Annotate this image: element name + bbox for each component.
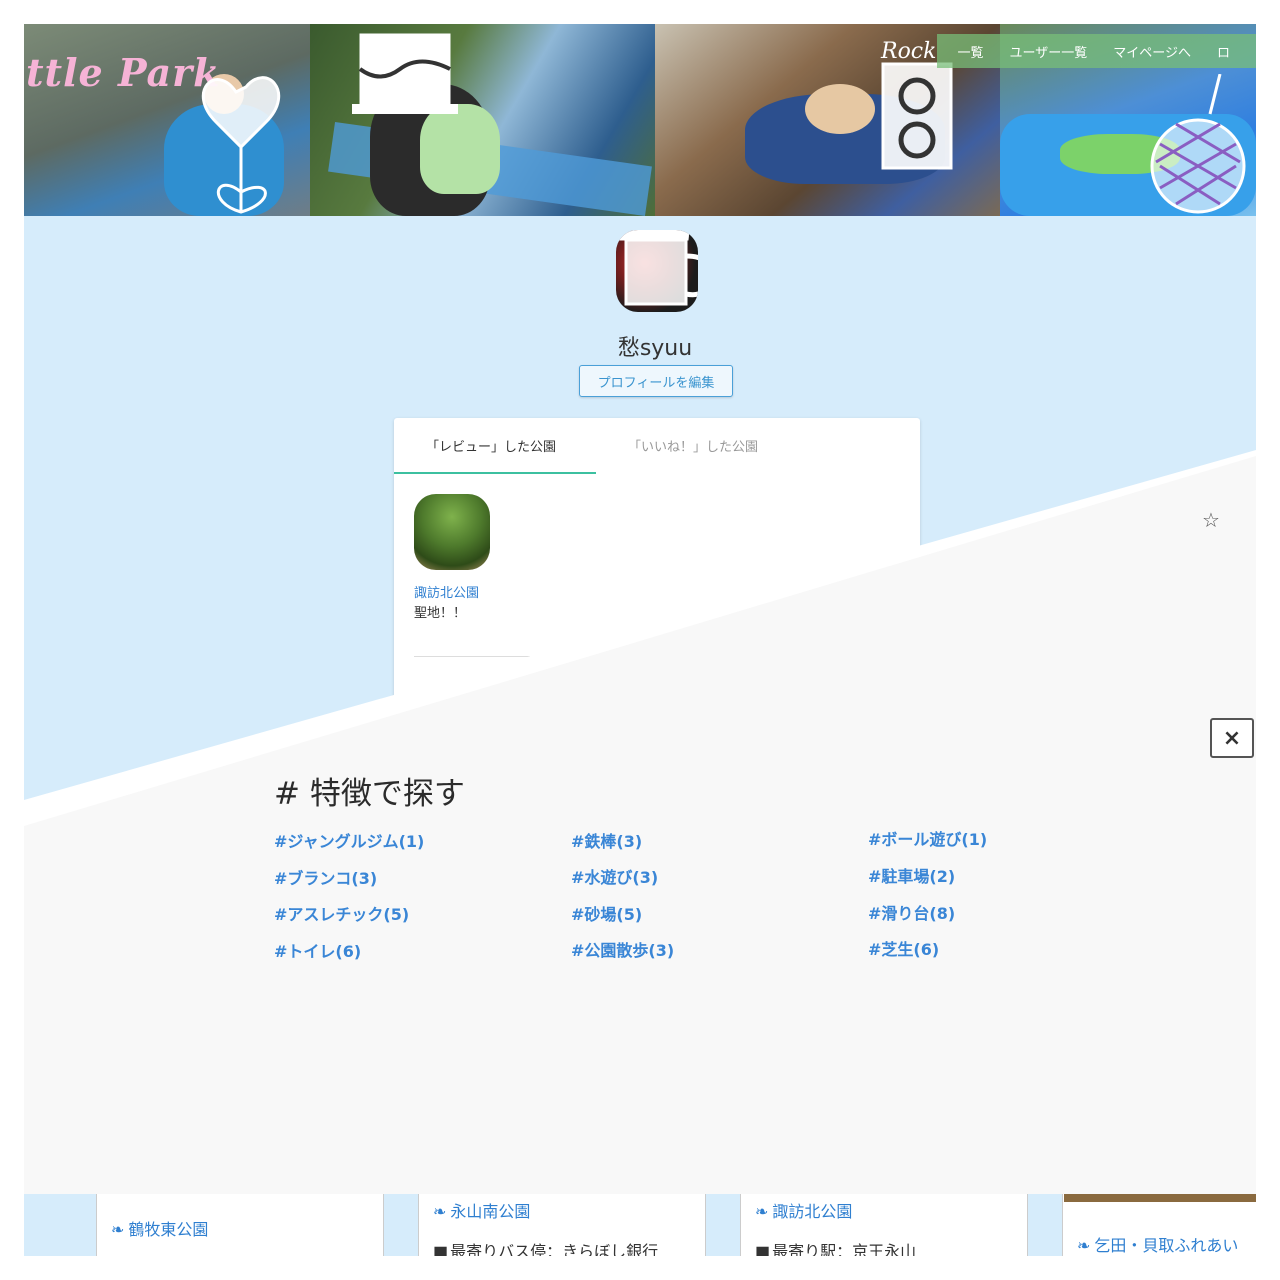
leaf-icon: ❧ <box>433 1202 447 1221</box>
park-card-info-text: 最寄り駅：京王永山 <box>772 1242 917 1256</box>
username: 愁syuu <box>617 336 693 361</box>
park-card[interactable]: ❧ 諏訪北公園 ■ 最寄り駅：京王永山 <box>740 1194 1028 1256</box>
park-thumbnail[interactable] <box>414 494 490 570</box>
park-card-name-text: 諏訪北公園 <box>772 1202 853 1221</box>
tag-link[interactable]: #ジャングルジム(1) <box>274 828 424 852</box>
svg-text:Rock: Rock <box>880 39 936 64</box>
leaf-icon: ❧ <box>111 1220 125 1239</box>
tag-link[interactable]: #芝生(6) <box>868 936 939 960</box>
close-icon: × <box>1222 725 1242 751</box>
tag-link[interactable]: #アスレチック(5) <box>274 901 409 925</box>
heart-balloon-icon <box>201 76 281 214</box>
nav-item-user-list[interactable]: ユーザー一覧 <box>1009 42 1087 61</box>
tag-link[interactable]: #ボール遊び(1) <box>868 826 987 850</box>
tag-link[interactable]: #トイレ(6) <box>274 938 361 962</box>
tab-liked-parks[interactable]: 「いいね！」した公園 <box>628 436 758 455</box>
park-card[interactable]: ❧ 永山南公園 ■ 最寄りバス停：きらぼし銀行 <box>418 1194 706 1256</box>
collage-frame: ttle Park Rock 一覧 ユーザー一覧 マイページへ ロ 愁syuu … <box>24 24 1256 1256</box>
park-card-name[interactable]: ❧ 諏訪北公園 <box>755 1198 852 1222</box>
tag-link[interactable]: #水遊び(3) <box>571 864 658 888</box>
tag-link[interactable]: #公園散歩(3) <box>571 937 674 961</box>
nav-item-logout[interactable]: ロ <box>1217 42 1230 61</box>
nav-item-park-list[interactable]: 一覧 <box>957 42 983 61</box>
park-card[interactable]: ❧ 乞田・貝取ふれあい <box>1062 1194 1256 1256</box>
beer-mug-icon <box>618 230 698 306</box>
logo-text: ttle Park <box>26 50 221 95</box>
edit-profile-button[interactable]: プロフィールを編集 <box>579 365 733 397</box>
park-card-name[interactable]: ❧ 永山南公園 <box>433 1198 530 1222</box>
park-card-name-text: 鶴牧東公園 <box>128 1220 209 1239</box>
cake-icon <box>352 33 458 114</box>
tab-active-indicator <box>394 472 596 474</box>
bus-icon: ■ <box>433 1242 449 1256</box>
park-card-info-text: 最寄りバス停：きらぼし銀行 <box>450 1242 659 1256</box>
avatar <box>616 230 698 312</box>
train-icon: ■ <box>755 1242 771 1256</box>
tag-link[interactable]: #砂場(5) <box>571 901 642 925</box>
tag-link[interactable]: #鉄棒(3) <box>571 828 642 852</box>
tab-reviewed-parks[interactable]: 「レビュー」した公園 <box>426 436 556 455</box>
park-card-name[interactable]: ❧ 乞田・貝取ふれあい <box>1077 1232 1238 1256</box>
review-comment: 聖地！！ <box>414 606 467 621</box>
park-card-info: ■ 最寄り駅：京王永山 <box>755 1238 916 1256</box>
park-card-name[interactable]: ❧ 鶴牧東公園 <box>111 1216 208 1240</box>
close-button[interactable]: × <box>1210 718 1254 758</box>
tag-link[interactable]: #駐車場(2) <box>868 863 955 887</box>
park-card-info: ■ 最寄りバス停：きらぼし銀行 <box>433 1238 658 1256</box>
review-park-link[interactable]: 諏訪北公園 <box>414 582 479 601</box>
hero-photo-2 <box>310 24 655 216</box>
tag-link[interactable]: #滑り台(8) <box>868 900 955 924</box>
park-card-photo <box>1064 1194 1256 1202</box>
disco-ball-icon <box>1150 74 1246 214</box>
divider <box>414 656 530 657</box>
park-card-name-text: 乞田・貝取ふれあい <box>1094 1236 1239 1255</box>
top-nav: 一覧 ユーザー一覧 マイページへ ロ <box>937 34 1256 68</box>
tag-link[interactable]: #ブランコ(3) <box>274 865 377 889</box>
leaf-icon: ❧ <box>755 1202 769 1221</box>
leaf-icon: ❧ <box>1077 1236 1091 1255</box>
tag-search-title: # 特徴で探す <box>274 776 465 812</box>
park-card[interactable]: ❧ 鶴牧東公園 <box>96 1194 384 1256</box>
park-card-name-text: 永山南公園 <box>450 1202 531 1221</box>
hero-photo-1: ttle Park <box>24 24 310 216</box>
nav-item-mypage[interactable]: マイページへ <box>1113 42 1191 61</box>
bookmark-star-icon[interactable]: ☆ <box>1202 508 1220 532</box>
